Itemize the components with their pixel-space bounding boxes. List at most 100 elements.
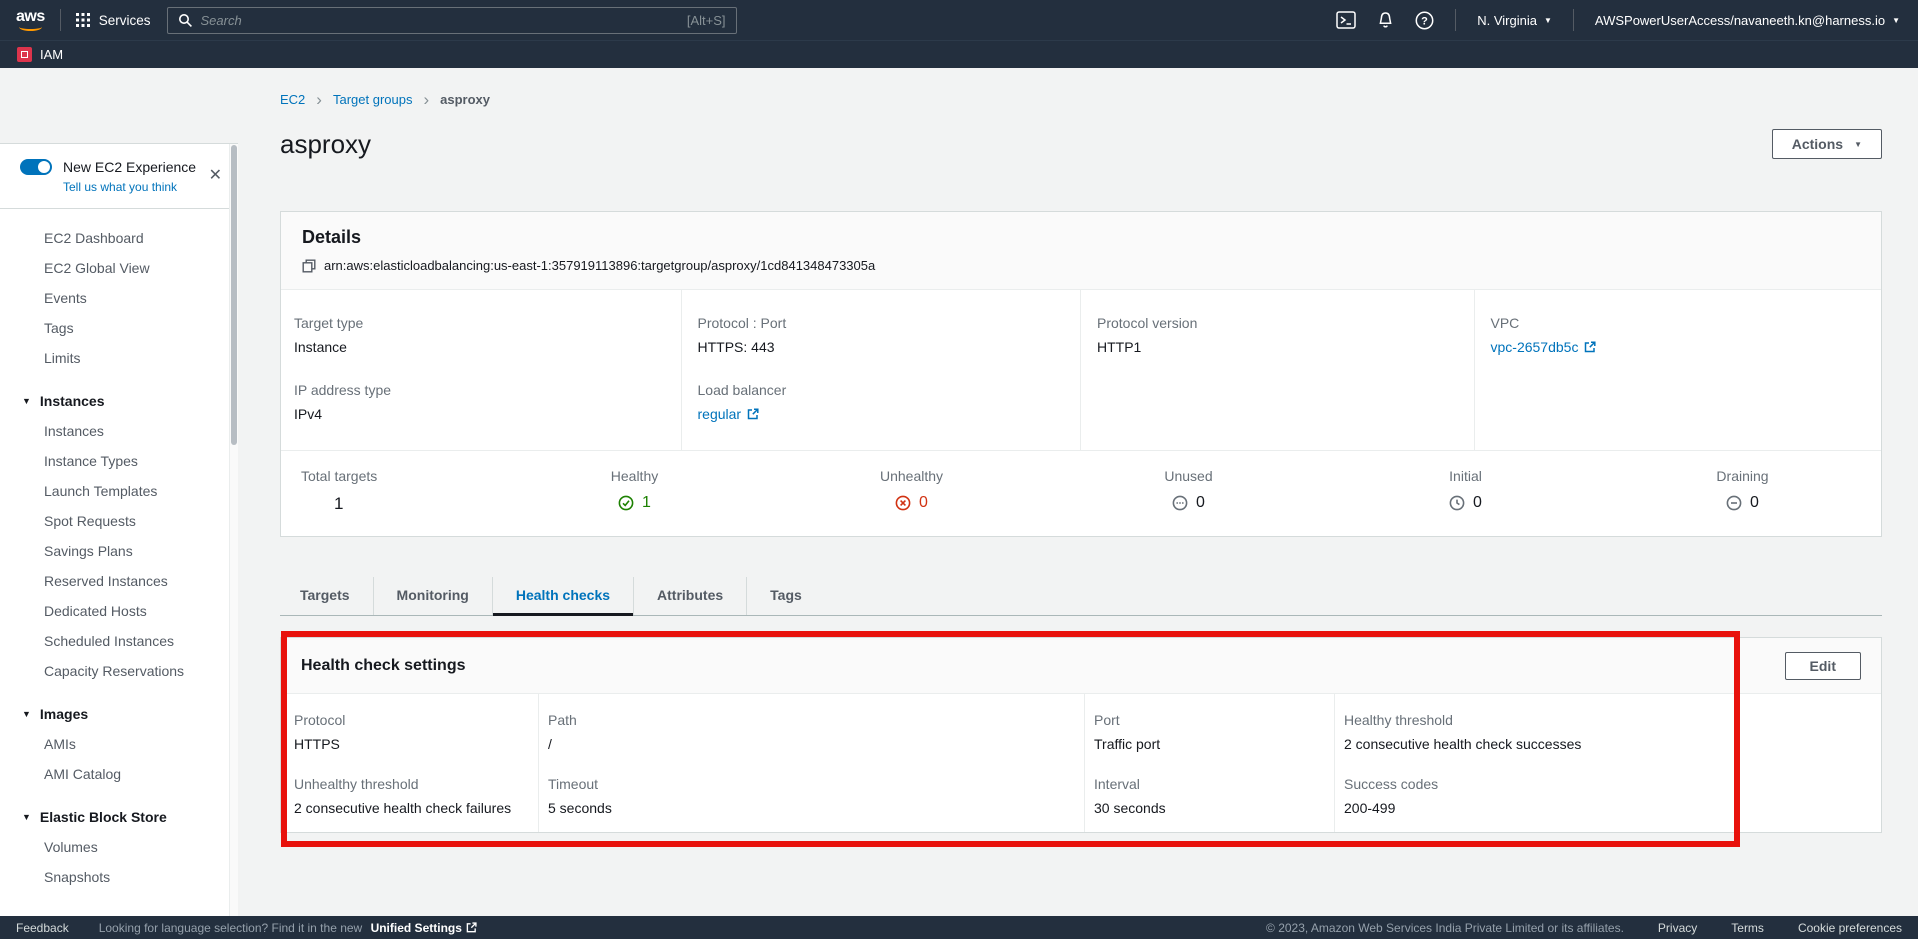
services-label: Services [99, 13, 151, 28]
sidebar-item-limits[interactable]: Limits [0, 343, 238, 373]
divider [60, 9, 61, 31]
app-grid-icon [76, 13, 90, 27]
aws-smile-icon [19, 23, 42, 31]
new-experience-banner: New EC2 Experience Tell us what you thin… [0, 144, 238, 209]
field-protocol: Protocol HTTPS [294, 712, 528, 752]
field-target-type: Target type Instance [294, 315, 661, 355]
sidebar-item-ec2-global-view[interactable]: EC2 Global View [0, 253, 238, 283]
sidebar-section-images[interactable]: ▼ Images [0, 699, 238, 729]
breadcrumb-ec2[interactable]: EC2 [280, 92, 305, 107]
field-success-codes: Success codes 200-499 [1344, 776, 1871, 816]
sidebar-item-instances[interactable]: Instances [0, 416, 238, 446]
load-balancer-link[interactable]: regular [698, 406, 742, 422]
sidebar-item-instance-types[interactable]: Instance Types [0, 446, 238, 476]
tab-health-checks[interactable]: Health checks [493, 577, 634, 615]
cookie-preferences-link[interactable]: Cookie preferences [1798, 921, 1902, 935]
field-interval: Interval 30 seconds [1094, 776, 1324, 816]
new-experience-label: New EC2 Experience [63, 159, 196, 175]
chevron-down-icon: ▼ [22, 397, 31, 406]
recent-services-bar: IAM [0, 40, 1918, 68]
sidebar-item-volumes[interactable]: Volumes [0, 832, 238, 862]
sidebar-item-launch-templates[interactable]: Launch Templates [0, 476, 238, 506]
sidebar-item-dedicated-hosts[interactable]: Dedicated Hosts [0, 596, 238, 626]
chevron-down-icon: ▼ [22, 813, 31, 822]
sidebar-item-snapshots[interactable]: Snapshots [0, 862, 238, 892]
tab-targets[interactable]: Targets [280, 577, 374, 615]
sidebar-section-elastic-block-store[interactable]: ▼ Elastic Block Store [0, 802, 238, 832]
terms-link[interactable]: Terms [1731, 921, 1764, 935]
language-banner: Looking for language selection? Find it … [99, 921, 477, 935]
copy-icon[interactable] [302, 259, 316, 273]
field-timeout: Timeout 5 seconds [548, 776, 1074, 816]
chevron-down-icon: ▼ [1892, 17, 1900, 25]
chevron-down-icon: ▼ [1854, 141, 1862, 149]
sidebar-item-spot-requests[interactable]: Spot Requests [0, 506, 238, 536]
field-load-balancer: Load balancer regular [698, 382, 1061, 422]
edit-button[interactable]: Edit [1785, 652, 1861, 680]
tab-bar: Targets Monitoring Health checks Attribu… [280, 577, 1882, 616]
sidebar: New EC2 Experience Tell us what you thin… [0, 68, 238, 916]
stat-initial: Initial 0 [1327, 468, 1604, 514]
field-port: Port Traffic port [1094, 712, 1324, 752]
sidebar-item-reserved-instances[interactable]: Reserved Instances [0, 566, 238, 596]
search-input[interactable] [201, 13, 679, 28]
close-icon[interactable]: ✕ [209, 165, 222, 185]
details-title: Details [302, 227, 1860, 248]
sidebar-item-scheduled-instances[interactable]: Scheduled Instances [0, 626, 238, 656]
new-experience-toggle[interactable] [20, 159, 52, 175]
sidebar-item-savings-plans[interactable]: Savings Plans [0, 536, 238, 566]
cloudshell-icon[interactable] [1336, 11, 1356, 29]
privacy-link[interactable]: Privacy [1658, 921, 1697, 935]
notifications-bell-icon[interactable] [1377, 11, 1394, 29]
actions-button[interactable]: Actions ▼ [1772, 129, 1882, 159]
sidebar-section-instances[interactable]: ▼ Instances [0, 386, 238, 416]
external-link-icon [466, 922, 477, 933]
help-icon[interactable]: ? [1415, 11, 1434, 30]
target-group-arn: arn:aws:elasticloadbalancing:us-east-1:3… [324, 258, 875, 273]
region-selector[interactable]: N. Virginia ▼ [1477, 13, 1552, 28]
details-card: Details arn:aws:elasticloadbalancing:us-… [280, 211, 1882, 537]
tell-us-link[interactable]: Tell us what you think [63, 180, 177, 194]
sidebar-item-tags[interactable]: Tags [0, 313, 238, 343]
feedback-link[interactable]: Feedback [16, 921, 69, 935]
field-protocol-version: Protocol version HTTP1 [1097, 315, 1454, 355]
divider [1573, 9, 1574, 31]
stat-unhealthy: Unhealthy 0 [773, 468, 1050, 514]
stat-draining: Draining 0 [1604, 468, 1881, 514]
tab-tags[interactable]: Tags [747, 577, 825, 615]
draining-minus-circle-icon [1726, 495, 1742, 511]
sidebar-item-amis[interactable]: AMIs [0, 729, 238, 759]
unified-settings-link[interactable]: Unified Settings [371, 921, 477, 935]
chevron-down-icon: ▼ [1544, 17, 1552, 25]
tab-attributes[interactable]: Attributes [634, 577, 747, 615]
services-menu-button[interactable]: Services [76, 13, 151, 28]
chevron-down-icon: ▼ [22, 710, 31, 719]
sidebar-item-capacity-reservations[interactable]: Capacity Reservations [0, 656, 238, 686]
search-box[interactable]: [Alt+S] [167, 7, 737, 34]
page-title: asproxy [280, 129, 371, 160]
field-vpc: VPC vpc-2657db5c [1491, 315, 1861, 355]
external-link-icon [1584, 341, 1596, 353]
chevron-right-icon: › [423, 94, 429, 106]
aws-logo[interactable]: aws [16, 10, 45, 31]
scrollbar-thumb[interactable] [231, 145, 237, 445]
tab-monitoring[interactable]: Monitoring [374, 577, 493, 615]
iam-shortcut[interactable]: IAM [40, 47, 63, 62]
breadcrumb-target-groups[interactable]: Target groups [333, 92, 413, 107]
initial-clock-circle-icon [1449, 495, 1465, 511]
divider [1455, 9, 1456, 31]
breadcrumb-current: asproxy [440, 92, 490, 107]
sidebar-item-events[interactable]: Events [0, 283, 238, 313]
main-content: EC2 › Target groups › asproxy asproxy Ac… [238, 68, 1918, 916]
vpc-link[interactable]: vpc-2657db5c [1491, 339, 1579, 355]
health-check-settings-card: Health check settings Edit Protocol HTTP… [280, 637, 1882, 833]
sidebar-item-ami-catalog[interactable]: AMI Catalog [0, 759, 238, 789]
unhealthy-x-circle-icon [895, 495, 911, 511]
healthy-check-circle-icon [618, 495, 634, 511]
external-link-icon [747, 408, 759, 420]
sidebar-item-ec2-dashboard[interactable]: EC2 Dashboard [0, 223, 238, 253]
stat-unused: Unused 0 [1050, 468, 1327, 514]
search-icon [178, 13, 193, 28]
chevron-right-icon: › [316, 94, 322, 106]
account-menu[interactable]: AWSPowerUserAccess/navaneeth.kn@harness.… [1595, 13, 1900, 28]
